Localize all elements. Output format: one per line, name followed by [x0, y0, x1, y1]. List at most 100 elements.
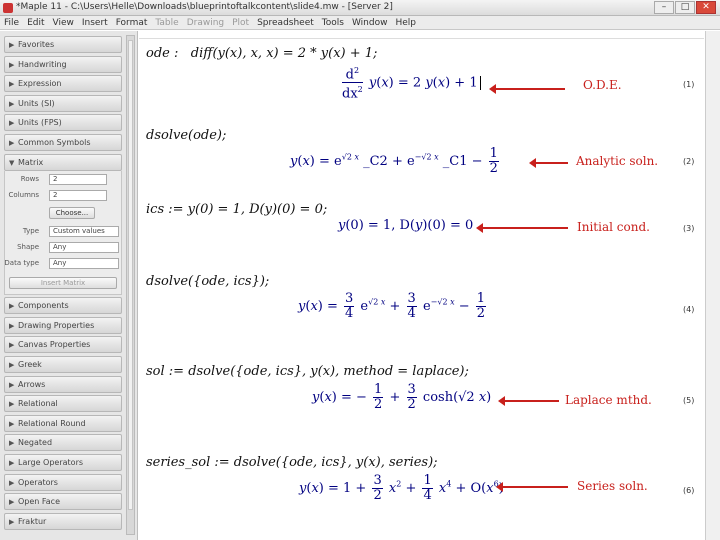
output-general-solution: y(x) = e√2 x _C2 + e−√2 x _C1 − 12 — [290, 146, 499, 176]
input-dsolve[interactable]: dsolve(ode); — [146, 128, 226, 143]
menu-table[interactable]: Table — [151, 16, 182, 29]
maximize-button[interactable]: □ — [675, 1, 695, 14]
expand-arrow-icon: ▶ — [9, 302, 15, 311]
rows-label: Rows — [20, 174, 39, 183]
palette-relational[interactable]: ▶ Relational — [4, 395, 122, 413]
menu-window[interactable]: Window — [348, 16, 392, 29]
input-series[interactable]: series_sol := dsolve({ode, ics}, y(x), s… — [146, 455, 438, 470]
output-particular-solution: y(x) = 34 e√2 x + 34 e−√2 x − 12 — [298, 291, 487, 321]
expand-arrow-icon: ▶ — [9, 400, 15, 409]
type-label: Type — [22, 226, 39, 235]
expand-arrow-icon: ▶ — [9, 60, 15, 69]
palette-drawing-properties[interactable]: ▶ Drawing Properties — [4, 316, 122, 334]
expand-arrow-icon: ▶ — [9, 80, 15, 89]
annotation-initial: Initial cond. — [577, 220, 650, 234]
maple-logo-icon — [3, 3, 13, 13]
choose-button[interactable]: Choose... — [49, 206, 95, 219]
annotation-analytic: Analytic soln. — [576, 154, 659, 168]
palette-components[interactable]: ▶ Components — [4, 297, 122, 315]
shape-label: Shape — [17, 242, 39, 251]
palette-units-fps[interactable]: ▶ Units (FPS) — [4, 114, 122, 132]
palette-relational-round[interactable]: ▶ Relational Round — [4, 414, 122, 432]
expand-arrow-icon: ▶ — [9, 380, 15, 389]
datatype-label: Data type — [4, 258, 39, 267]
input-ode[interactable]: ode : diff(y(x), x, x) = 2 * y(x) + 1; — [146, 46, 377, 61]
palette-open-face[interactable]: ▶ Open Face — [4, 493, 122, 511]
insert-matrix-button[interactable]: Insert Matrix — [9, 276, 117, 289]
datatype-select[interactable]: Any — [49, 257, 119, 269]
menu-spreadsheet[interactable]: Spreadsheet — [253, 16, 318, 29]
annotation-arrow — [498, 396, 559, 406]
output-laplace-solution: y(x) = − 12 + 32 cosh(√2 x) — [312, 382, 492, 412]
annotation-arrow — [476, 223, 568, 233]
input-laplace[interactable]: sol := dsolve({ode, ics}, y(x), method =… — [146, 364, 469, 379]
palette-canvas-properties[interactable]: ▶ Canvas Properties — [4, 336, 122, 354]
rows-input[interactable]: 2 — [49, 173, 107, 185]
menu-tools[interactable]: Tools — [318, 16, 348, 29]
output-series-solution: y(x) = 1 + 32 x2 + 14 x4 + O(x6) — [299, 473, 504, 503]
annotation-ode: O.D.E. — [583, 78, 622, 92]
equation-label: (5) — [683, 396, 695, 405]
expand-arrow-icon: ▶ — [9, 99, 15, 108]
expand-arrow-icon: ▶ — [9, 439, 15, 448]
expand-arrow-icon: ▶ — [9, 321, 15, 330]
collapse-arrow-icon: ▼ — [9, 158, 15, 167]
shape-select[interactable]: Any — [49, 241, 119, 253]
menu-drawing[interactable]: Drawing — [183, 16, 228, 29]
annotation-arrow — [529, 158, 568, 168]
output-ics: y(0) = 1, D(y)(0) = 0 — [338, 218, 474, 233]
equation-label: (1) — [683, 80, 695, 89]
palette-scrollbar[interactable] — [126, 35, 135, 535]
expand-arrow-icon: ▶ — [9, 458, 15, 467]
palette-sidebar: ▶ Favorites ▶ Handwriting ▶ Expression ▶ Uni… — [0, 31, 138, 540]
columns-label: Columns — [8, 190, 39, 199]
palette-large-operators[interactable]: ▶ Large Operators — [4, 453, 122, 471]
palette-operators[interactable]: ▶ Operators — [4, 473, 122, 491]
expand-arrow-icon: ▶ — [9, 478, 15, 487]
expand-arrow-icon: ▶ — [9, 419, 15, 428]
menu-help[interactable]: Help — [391, 16, 420, 29]
expand-arrow-icon: ▶ — [9, 41, 15, 49]
equation-label: (2) — [683, 157, 695, 166]
expand-arrow-icon: ▶ — [9, 517, 15, 526]
menu-format[interactable]: Format — [112, 16, 152, 29]
expand-arrow-icon: ▶ — [9, 341, 15, 350]
palette-scrollbar-thumb[interactable] — [128, 40, 133, 510]
text-cursor — [479, 75, 481, 90]
window-title: *Maple 11 - C:\Users\Helle\Downloads\blu… — [16, 2, 393, 12]
palette-fraktur[interactable]: ▶ Fraktur — [4, 512, 122, 530]
equation-label: (6) — [683, 486, 695, 495]
columns-input[interactable]: 2 — [49, 189, 107, 201]
expand-arrow-icon: ▶ — [9, 498, 15, 507]
menu-insert[interactable]: Insert — [78, 16, 112, 29]
palette-matrix[interactable]: ▼ Matrix — [4, 153, 122, 171]
worksheet-ruler — [139, 31, 704, 39]
menu-file[interactable]: File — [0, 16, 23, 29]
menu-view[interactable]: View — [49, 16, 78, 29]
close-button[interactable]: ✕ — [696, 1, 716, 14]
expand-arrow-icon: ▶ — [9, 119, 15, 128]
annotation-laplace: Laplace mthd. — [565, 393, 652, 407]
palette-negated[interactable]: ▶ Negated — [4, 434, 122, 452]
annotation-arrow — [496, 482, 568, 492]
palette-arrows[interactable]: ▶ Arrows — [4, 375, 122, 393]
equation-label: (4) — [683, 305, 695, 314]
menu-plot[interactable]: Plot — [228, 16, 253, 29]
input-dsolve-ics[interactable]: dsolve({ode, ics}); — [146, 274, 269, 289]
type-select[interactable]: Custom values — [49, 225, 119, 237]
annotation-arrow — [489, 84, 565, 94]
minimize-button[interactable]: – — [654, 1, 674, 14]
worksheet-scrollbar[interactable] — [705, 31, 720, 540]
palette-favorites[interactable]: ▶ Favorites — [4, 36, 122, 53]
palette-handwriting[interactable]: ▶ Handwriting — [4, 55, 122, 73]
menu-edit[interactable]: Edit — [23, 16, 48, 29]
annotation-series: Series soln. — [577, 479, 648, 493]
equation-label: (3) — [683, 224, 695, 233]
title-bar: *Maple 11 - C:\Users\Helle\Downloads\blu… — [0, 0, 720, 16]
input-ics[interactable]: ics := y(0) = 1, D(y)(0) = 0; — [146, 202, 327, 217]
palette-common-symbols[interactable]: ▶ Common Symbols — [4, 133, 122, 151]
palette-expression[interactable]: ▶ Expression — [4, 75, 122, 93]
palette-units-si[interactable]: ▶ Units (SI) — [4, 94, 122, 112]
palette-greek[interactable]: ▶ Greek — [4, 355, 122, 373]
menu-bar: File Edit View Insert Format Table Drawi… — [0, 16, 720, 30]
